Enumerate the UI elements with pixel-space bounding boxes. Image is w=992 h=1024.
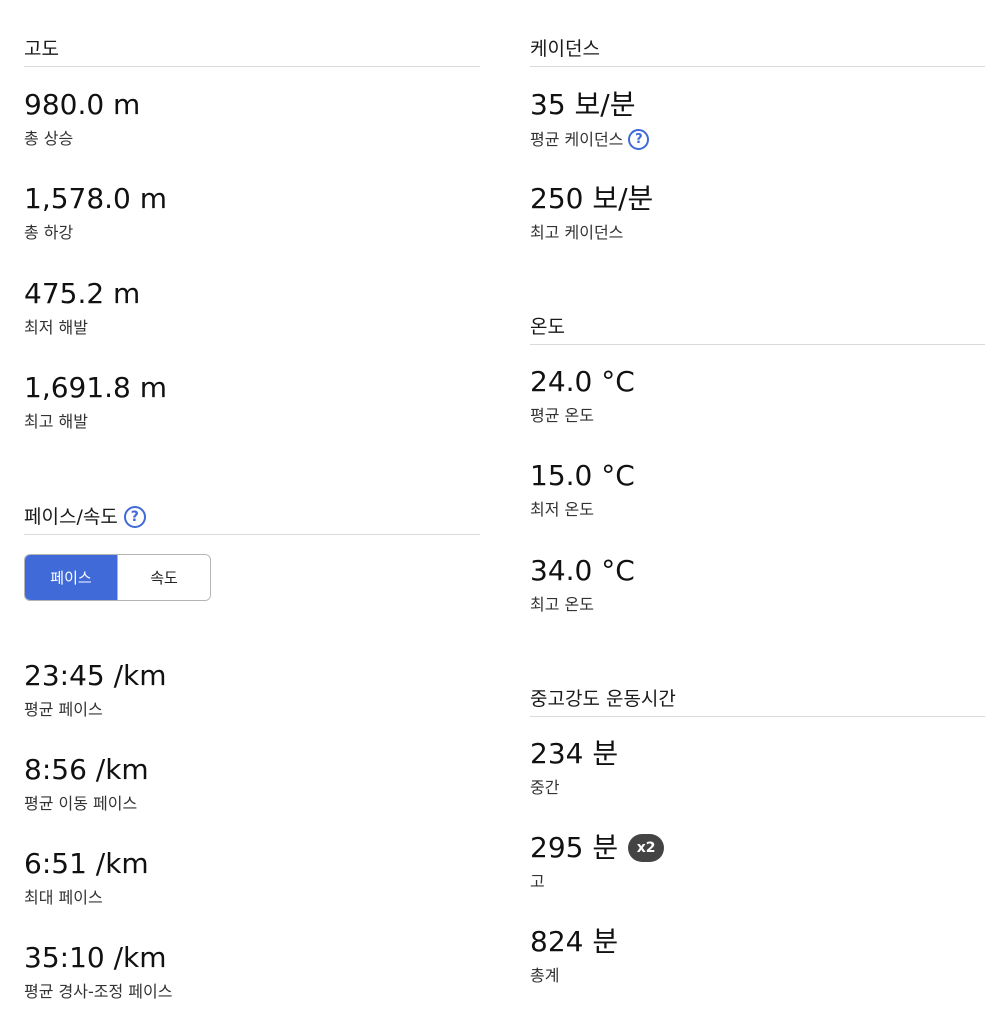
intensity-header: 중고강도 운동시간 xyxy=(530,687,985,717)
pace-speed-header: 페이스/속도 ? xyxy=(24,505,480,535)
stat-label: 총 상승 xyxy=(24,129,74,148)
stat-value: 1,691.8 m xyxy=(24,371,168,404)
stat-label: 평균 온도 xyxy=(530,406,594,425)
stat-value: 295 분 xyxy=(530,831,619,864)
stat-value: 8:56 /km xyxy=(24,753,149,786)
stat-value: 34.0 °C xyxy=(530,554,635,587)
intensity-title: 중고강도 운동시간 xyxy=(530,688,676,710)
cadence-title: 케이던스 xyxy=(530,38,600,60)
stat-max-temperature: 34.0 °C 최고 온도 xyxy=(530,555,635,615)
stat-label: 평균 페이스 xyxy=(24,700,103,719)
stat-grade-adjusted-pace: 35:10 /km 평균 경사-조정 페이스 xyxy=(24,942,172,1002)
stat-label: 최대 페이스 xyxy=(24,888,103,907)
stat-max-cadence: 250 보/분 최고 케이던스 xyxy=(530,183,653,243)
stat-avg-pace: 23:45 /km 평균 페이스 xyxy=(24,660,167,720)
speed-toggle-button[interactable]: 속도 xyxy=(117,555,210,600)
question-circle-icon[interactable]: ? xyxy=(123,506,146,528)
elevation-header: 고도 xyxy=(24,37,480,67)
stat-value: 15.0 °C xyxy=(530,459,635,492)
stat-value: 250 보/분 xyxy=(530,182,654,215)
stat-label: 총계 xyxy=(530,966,560,985)
stat-value: 35 보/분 xyxy=(530,88,636,121)
stat-total-minutes: 824 분 총계 xyxy=(530,926,618,986)
stat-avg-cadence: 35 보/분 평균 케이던스 ? xyxy=(530,88,650,150)
stat-value: 234 분 xyxy=(530,737,619,770)
stat-max-elevation: 1,691.8 m 최고 해발 xyxy=(24,372,167,432)
stat-value: 35:10 /km xyxy=(24,941,167,974)
stat-label: 고 xyxy=(530,872,545,891)
pace-speed-toggle: 페이스 속도 xyxy=(24,554,211,601)
cadence-header: 케이던스 xyxy=(530,37,985,67)
stat-label: 최고 해발 xyxy=(24,412,88,431)
stat-avg-temperature: 24.0 °C 평균 온도 xyxy=(530,366,635,426)
stat-value: 23:45 /km xyxy=(24,659,167,692)
stat-value: 1,578.0 m xyxy=(24,182,168,215)
x2-badge-icon: x2 xyxy=(628,834,665,862)
stat-min-elevation: 475.2 m 최저 해발 xyxy=(24,278,140,338)
stat-label: 평균 이동 페이스 xyxy=(24,794,138,813)
stat-label: 중간 xyxy=(530,778,560,797)
pace-toggle-button[interactable]: 페이스 xyxy=(25,555,117,600)
stat-avg-moving-pace: 8:56 /km 평균 이동 페이스 xyxy=(24,754,149,814)
stat-label: 최저 온도 xyxy=(530,500,594,519)
stat-moderate-minutes: 234 분 중간 xyxy=(530,738,618,798)
stat-total-ascent: 980.0 m 총 상승 xyxy=(24,89,140,149)
stat-value: 475.2 m xyxy=(24,277,141,310)
stat-label: 총 하강 xyxy=(24,223,74,242)
temperature-title: 온도 xyxy=(530,316,565,338)
stat-label: 최고 온도 xyxy=(530,595,594,614)
stat-total-descent: 1,578.0 m 총 하강 xyxy=(24,183,167,243)
question-circle-icon[interactable]: ? xyxy=(628,129,650,150)
stat-value-row: 295 분 x2 xyxy=(530,831,665,864)
elevation-title: 고도 xyxy=(24,38,59,60)
stat-max-pace: 6:51 /km 최대 페이스 xyxy=(24,848,149,908)
stat-value: 24.0 °C xyxy=(530,365,635,398)
stat-label: 최저 해발 xyxy=(24,318,88,337)
stat-vigorous-minutes: 295 분 x2 고 xyxy=(530,831,665,892)
stat-min-temperature: 15.0 °C 최저 온도 xyxy=(530,460,635,520)
stat-label-row: 평균 케이던스 ? xyxy=(530,129,650,150)
stat-label: 평균 케이던스 xyxy=(530,129,624,149)
stat-label: 최고 케이던스 xyxy=(530,223,624,242)
stat-value: 824 분 xyxy=(530,925,619,958)
pace-speed-title: 페이스/속도 ? xyxy=(24,506,146,528)
stat-label: 평균 경사-조정 페이스 xyxy=(24,982,173,1001)
stat-value: 6:51 /km xyxy=(24,847,149,880)
stat-value: 980.0 m xyxy=(24,88,141,121)
temperature-header: 온도 xyxy=(530,315,985,345)
pace-speed-title-text: 페이스/속도 xyxy=(24,506,118,528)
